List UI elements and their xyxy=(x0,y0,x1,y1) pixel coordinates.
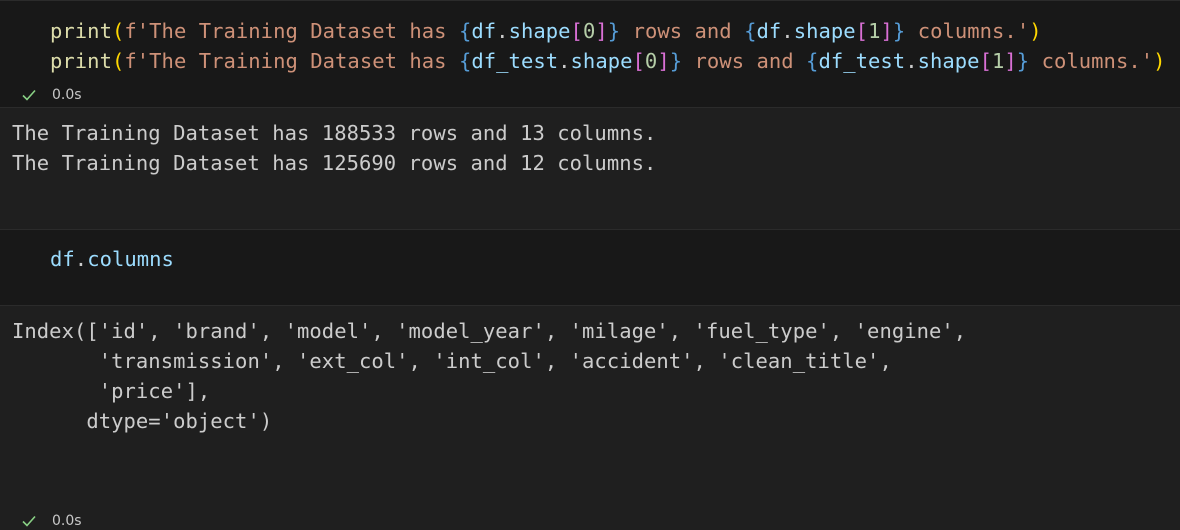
code-token: f'The Training Dataset has xyxy=(124,19,459,43)
execution-time: 0.0s xyxy=(52,87,82,103)
code-token: print xyxy=(50,49,112,73)
code-token: { xyxy=(806,49,819,73)
code-token: ] xyxy=(595,19,608,43)
code-token: [ xyxy=(570,19,583,43)
code-token: shape xyxy=(917,49,980,73)
code-token: . xyxy=(905,49,918,73)
code-token: ( xyxy=(111,19,125,43)
code-cell-1[interactable]: print(f'The Training Dataset has {df.sha… xyxy=(0,0,1180,108)
code-token: df xyxy=(471,19,497,43)
code-token: rows and xyxy=(682,49,807,73)
code-token: shape xyxy=(793,19,856,43)
execution-status: 0.0s xyxy=(20,86,82,104)
code-token: shape xyxy=(570,49,633,73)
code-token: 0 xyxy=(582,19,596,43)
code-line[interactable]: df.columns xyxy=(50,244,174,274)
code-token: { xyxy=(458,49,472,73)
code-token: shape xyxy=(508,19,571,43)
code-token: df xyxy=(50,247,75,271)
code-token: ] xyxy=(1004,49,1017,73)
code-token: . xyxy=(74,247,88,271)
code-token: df_test xyxy=(818,49,906,73)
code-token: columns.' xyxy=(1029,49,1154,73)
code-token: [ xyxy=(632,49,645,73)
code-token: ) xyxy=(1029,19,1042,43)
execution-time: 0.0s xyxy=(52,513,82,529)
code-token: [ xyxy=(979,49,992,73)
code-token: { xyxy=(458,19,472,43)
execution-status: 0.0s xyxy=(20,512,82,530)
code-token: f'The Training Dataset has xyxy=(124,49,459,73)
code-token: rows and xyxy=(620,19,745,43)
code-token: ] xyxy=(657,49,670,73)
code-token: ] xyxy=(880,19,893,43)
code-token: df_test xyxy=(471,49,559,73)
code-token: } xyxy=(669,49,683,73)
code-token: 1 xyxy=(868,19,881,43)
code-token: 0 xyxy=(644,49,658,73)
code-line[interactable]: print(f'The Training Dataset has {df_tes… xyxy=(50,46,1166,76)
cell-output-2: Index(['id', 'brand', 'model', 'model_ye… xyxy=(12,319,967,433)
code-token: ) xyxy=(1153,49,1166,73)
code-token: df xyxy=(756,19,782,43)
code-token: } xyxy=(892,19,906,43)
code-token: { xyxy=(744,19,757,43)
cell-output-1: The Training Dataset has 188533 rows and… xyxy=(12,121,657,175)
check-icon xyxy=(22,89,36,101)
code-cell-2[interactable]: df.columns 0.0s xyxy=(0,229,1180,529)
code-token: ( xyxy=(111,49,125,73)
code-line[interactable]: print(f'The Training Dataset has {df.sha… xyxy=(50,16,1042,46)
code-token: } xyxy=(1016,49,1030,73)
code-token: . xyxy=(496,19,509,43)
check-icon xyxy=(22,515,36,527)
code-token: print xyxy=(50,19,112,43)
code-token: columns xyxy=(87,247,174,271)
code-token: } xyxy=(607,19,621,43)
code-token: . xyxy=(781,19,794,43)
code-token: 1 xyxy=(991,49,1005,73)
code-token: [ xyxy=(855,19,869,43)
code-token: columns.' xyxy=(905,19,1030,43)
code-token: . xyxy=(558,49,571,73)
